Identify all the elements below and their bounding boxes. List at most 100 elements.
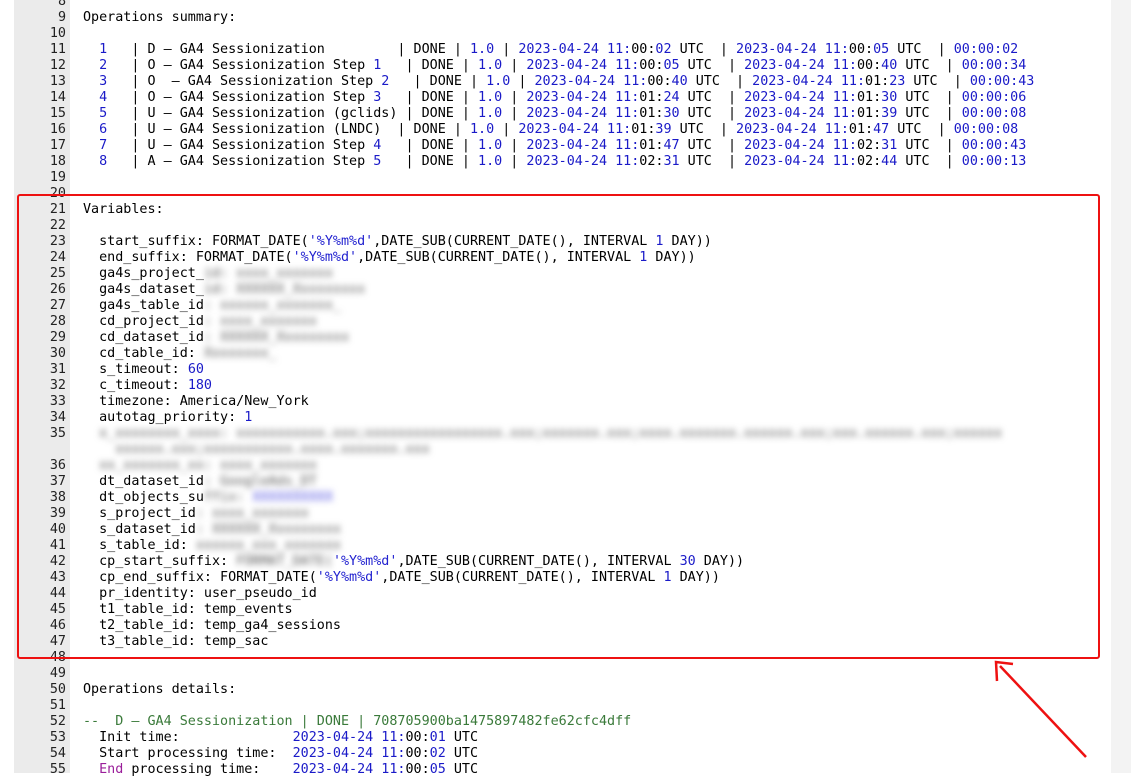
detail-timestamp: 2023-04-24 11:	[292, 730, 406, 745]
text-segment: 23	[889, 74, 906, 89]
text-segment: |	[107, 74, 148, 89]
op-status: DONE	[421, 58, 454, 73]
section-heading: Operations summary:	[83, 10, 237, 25]
text-segment: |	[494, 122, 519, 137]
text-segment: |	[405, 74, 430, 89]
text-segment: 11:	[832, 154, 857, 169]
text-segment: 39	[881, 106, 898, 121]
text-segment: UTC |	[679, 154, 745, 169]
op-end: 2023-04-24	[744, 138, 833, 153]
text-segment: UTC	[445, 746, 479, 761]
text-segment: |	[502, 138, 527, 153]
line-number: 53	[49, 730, 66, 745]
section-heading: Operations details:	[83, 682, 237, 697]
text-segment: 01:	[848, 122, 874, 137]
op-version: 1.0	[478, 106, 503, 121]
op-start: 2023-04-24	[526, 154, 616, 169]
text-segment: 11:	[615, 58, 640, 73]
text-segment: 40	[671, 74, 688, 89]
op-version: 1.0	[469, 122, 495, 137]
line-number: 49	[49, 666, 66, 681]
text-segment: UTC |	[897, 138, 962, 153]
text-segment: 02	[429, 746, 446, 761]
text-segment: 00:	[405, 762, 430, 777]
text-segment: 01:	[639, 90, 664, 105]
op-duration: 00:00:	[961, 90, 1011, 105]
text-segment: UTC |	[671, 122, 737, 137]
text-segment: 05	[429, 762, 446, 777]
text-segment: |	[397, 90, 422, 105]
op-version: 1.0	[478, 154, 503, 169]
op-end: 2023-04-24	[744, 58, 833, 73]
line-number: 9	[57, 10, 66, 25]
op-end: 2023-04-24	[744, 106, 833, 121]
text-segment: 31	[881, 138, 898, 153]
text-segment: 11:	[832, 138, 857, 153]
op-status: DONE	[421, 138, 454, 153]
detail-timestamp: 2023-04-24 11:	[292, 762, 406, 777]
text-segment: |	[502, 106, 527, 121]
text-segment: |	[389, 42, 414, 57]
text-segment: 05	[663, 58, 680, 73]
line-number: 16	[49, 122, 66, 137]
line-text: 6 | U – GA4 Sessionization (LNDC) | DONE…	[83, 122, 1018, 138]
op-start: 2023-04-24	[518, 42, 608, 57]
text-segment: |	[453, 138, 479, 153]
variables-highlight-box	[17, 194, 1100, 659]
text-segment: 34	[1010, 58, 1027, 73]
detail-label: Init time:	[83, 730, 293, 745]
line-text: -- D – GA4 Sessionization | DONE | 70870…	[83, 714, 631, 730]
text-segment	[381, 58, 397, 73]
text-segment: 01:	[631, 122, 656, 137]
text-segment: |	[107, 42, 148, 57]
text-segment: |	[453, 58, 479, 73]
text-segment: UTC |	[889, 42, 954, 57]
line-number: 19	[49, 170, 66, 185]
keyword: End	[99, 762, 124, 777]
op-duration: 00:00:	[961, 58, 1011, 73]
text-segment: 00:	[856, 58, 882, 73]
line-number: 51	[49, 698, 66, 713]
right-margin	[1111, 0, 1131, 773]
line-number: 54	[49, 746, 66, 761]
text-segment	[83, 122, 99, 137]
text-segment: 11:	[832, 106, 857, 121]
text-segment: |	[453, 106, 479, 121]
line-number: 15	[49, 106, 66, 121]
text-segment: 30	[663, 106, 680, 121]
op-version: 1.0	[478, 138, 503, 153]
text-segment: |	[445, 42, 470, 57]
text-segment: UTC	[445, 730, 479, 745]
text-segment: 02	[1002, 42, 1019, 57]
text-segment: 11:	[623, 74, 648, 89]
text-segment: |	[502, 58, 527, 73]
line-text: 4 | O – GA4 Sessionization Step 3 | DONE…	[83, 90, 1026, 106]
text-segment: |	[445, 122, 470, 137]
text-segment: |	[107, 154, 148, 169]
line-number: 10	[49, 26, 66, 41]
line-text: 8 | A – GA4 Sessionization Step 5 | DONE…	[83, 154, 1026, 170]
text-segment: UTC |	[905, 74, 970, 89]
text-segment: 11:	[824, 122, 849, 137]
op-start: 2023-04-24	[526, 90, 616, 105]
line-number: 14	[49, 90, 66, 105]
text-segment: 00:	[647, 74, 672, 89]
text-segment: 11:	[832, 90, 857, 105]
text-segment: |	[107, 58, 148, 73]
op-name: D – GA4 Sessionization	[147, 42, 390, 57]
op-status: DONE	[413, 122, 446, 137]
detail-label: processing time:	[123, 762, 293, 777]
text-segment: UTC |	[679, 138, 745, 153]
op-end: 2023-04-24	[744, 90, 833, 105]
text-segment: |	[453, 90, 479, 105]
line-number: 55	[49, 762, 66, 777]
text-segment	[83, 762, 99, 777]
op-duration: 00:00:	[961, 154, 1011, 169]
text-segment: |	[107, 138, 148, 153]
text-segment: 01:	[639, 106, 664, 121]
op-end: 2023-04-24	[744, 154, 833, 169]
op-duration: 00:00:	[953, 42, 1003, 57]
op-start: 2023-04-24	[526, 138, 616, 153]
op-status: DONE	[413, 42, 446, 57]
text-segment: |	[107, 90, 148, 105]
